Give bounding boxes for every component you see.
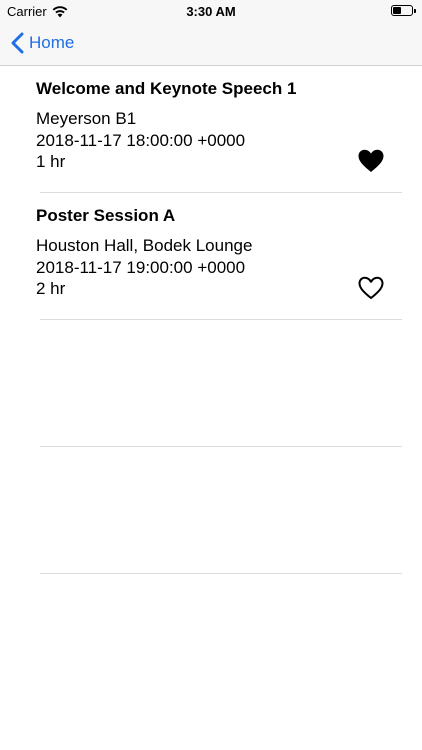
session-datetime: 2018-11-17 19:00:00 +0000 xyxy=(36,258,246,277)
session-location: Houston Hall, Bodek Lounge xyxy=(36,236,253,255)
session-datetime: 2018-11-17 18:00:00 +0000 xyxy=(36,131,246,150)
back-button[interactable]: Home xyxy=(10,32,74,54)
session-duration: 2 hr xyxy=(36,279,66,298)
session-title: Welcome and Keynote Speech 1 xyxy=(36,79,297,98)
navigation-bar: Home xyxy=(0,22,422,66)
empty-row xyxy=(0,447,422,574)
status-time: 3:30 AM xyxy=(186,4,236,19)
battery-cap xyxy=(414,9,416,13)
session-row[interactable]: Welcome and Keynote Speech 1 Meyerson B1… xyxy=(0,66,422,193)
row-separator xyxy=(40,573,402,574)
session-list: Welcome and Keynote Speech 1 Meyerson B1… xyxy=(0,66,422,574)
heart-outline-icon[interactable] xyxy=(357,275,385,301)
empty-row xyxy=(0,320,422,447)
back-button-label: Home xyxy=(29,33,75,52)
heart-filled-icon[interactable] xyxy=(357,148,385,174)
battery-icon xyxy=(391,5,416,16)
session-duration: 1 hr xyxy=(36,152,66,171)
session-row[interactable]: Poster Session A Houston Hall, Bodek Lou… xyxy=(0,193,422,320)
session-location: Meyerson B1 xyxy=(36,109,137,128)
session-title: Poster Session A xyxy=(36,206,176,225)
battery-level xyxy=(393,7,402,14)
status-bar: Carrier 3:30 AM xyxy=(0,0,422,22)
chevron-left-icon xyxy=(11,32,24,54)
